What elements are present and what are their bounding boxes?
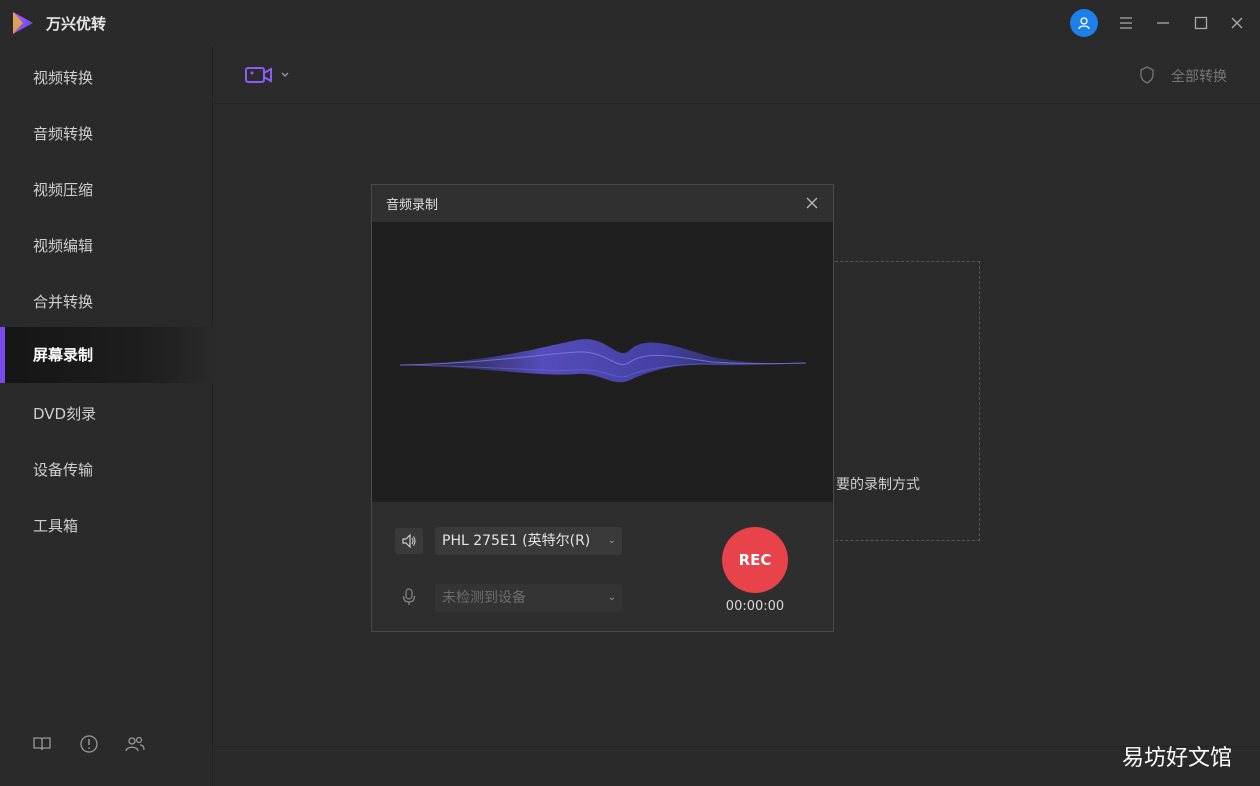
book-icon[interactable] (32, 734, 52, 754)
title-bar: 万兴优转 (0, 0, 1260, 46)
waveform-graphic (399, 339, 807, 383)
record-mode-hint: 要的录制方式 (836, 477, 920, 493)
dialog-header: 音频录制 (372, 185, 833, 222)
microphone-icon (402, 588, 416, 605)
sidebar-item-merge[interactable]: 合并转换 (0, 274, 213, 330)
maximize-icon (1194, 16, 1208, 30)
user-icon (1078, 17, 1090, 30)
convert-all-button[interactable]: 全部转换 (1171, 66, 1227, 86)
microphone-toggle-button[interactable] (395, 584, 423, 610)
drop-area[interactable] (830, 261, 980, 541)
close-window-button[interactable] (1226, 12, 1248, 34)
sidebar-item-screen-record[interactable]: 屏幕录制 (0, 327, 213, 383)
microphone-device-value: 未检测到设备 (442, 590, 526, 606)
audio-record-dialog: 音频录制 PHL 275E1 (英特尔(R) ⌄ 未检测到设备 ⌄ REC 00… (371, 184, 834, 632)
sidebar-item-video-convert[interactable]: 视频转换 (0, 50, 213, 106)
chevron-down-icon (281, 72, 289, 77)
chevron-down-icon: ⌄ (607, 535, 616, 546)
record-button[interactable]: REC (722, 527, 788, 593)
sidebar-item-video-edit[interactable]: 视频编辑 (0, 218, 213, 274)
app-title: 万兴优转 (46, 15, 107, 33)
sidebar-item-audio-convert[interactable]: 音频转换 (0, 106, 213, 162)
speaker-device-select[interactable]: PHL 275E1 (英特尔(R) ⌄ (435, 527, 622, 555)
watermark: 易坊好文馆 (1121, 746, 1232, 771)
video-camera-icon (245, 67, 272, 83)
sidebar-item-dvd-burn[interactable]: DVD刻录 (0, 386, 213, 442)
record-timer: 00:00:00 (725, 599, 785, 614)
menu-button[interactable] (1115, 12, 1137, 34)
sidebar-item-video-compress[interactable]: 视频压缩 (0, 162, 213, 218)
record-mode-dropdown[interactable] (244, 64, 290, 86)
help-icon[interactable] (79, 734, 99, 754)
user-avatar-button[interactable] (1070, 9, 1098, 37)
sidebar: 视频转换 音频转换 视频压缩 视频编辑 合并转换 屏幕录制 DVD刻录 设备传输… (0, 46, 213, 786)
microphone-device-select[interactable]: 未检测到设备 ⌄ (435, 584, 622, 612)
speaker-icon (402, 533, 416, 549)
close-icon[interactable] (805, 196, 819, 210)
minimize-button[interactable] (1152, 12, 1174, 34)
users-icon[interactable] (125, 734, 145, 754)
close-icon (1231, 17, 1243, 29)
toolbar: 全部转换 (214, 46, 1260, 104)
speaker-device-value: PHL 275E1 (英特尔(R) (442, 533, 591, 549)
sidebar-item-toolbox[interactable]: 工具箱 (0, 498, 213, 554)
dialog-title: 音频录制 (386, 198, 439, 213)
audio-waveform-preview (372, 222, 833, 502)
sidebar-item-device-transfer[interactable]: 设备传输 (0, 442, 213, 498)
chevron-down-icon: ⌄ (607, 592, 616, 603)
app-logo-icon (13, 12, 33, 34)
maximize-button[interactable] (1190, 12, 1212, 34)
speaker-toggle-button[interactable] (395, 528, 423, 554)
shield-icon (1140, 66, 1154, 84)
menu-icon (1120, 17, 1132, 29)
bottom-bar (214, 746, 1260, 786)
minimize-icon (1157, 22, 1169, 24)
